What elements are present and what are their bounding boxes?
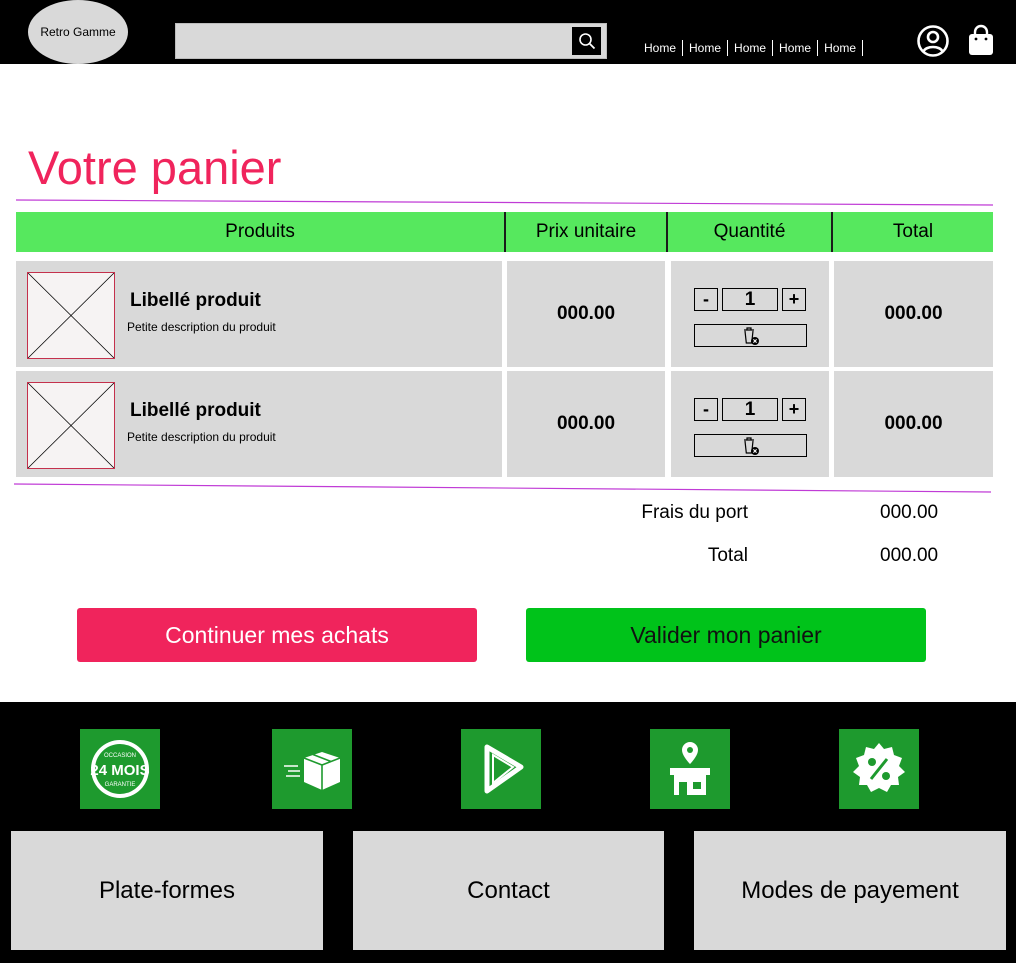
main-nav: Home Home Home Home Home — [638, 39, 864, 57]
logo[interactable]: Retro Gamme — [28, 0, 128, 64]
quantity-cell: - 1 + — [671, 261, 829, 367]
product-description: Petite description du produit — [127, 320, 276, 334]
shipping-value: 000.00 — [880, 502, 939, 523]
nav-item-home-4[interactable]: Home — [773, 40, 819, 56]
cart-button[interactable] — [966, 24, 996, 58]
row-total: 000.00 — [884, 413, 943, 434]
unit-price: 000.00 — [556, 413, 616, 434]
divider-top — [16, 199, 993, 206]
remove-item-button[interactable] — [694, 324, 807, 347]
row-total: 000.00 — [884, 303, 943, 324]
product-cell: Libellé produit Petite description du pr… — [16, 261, 502, 367]
column-header-quantity: Quantité — [668, 212, 833, 252]
logo-text: Retro Gamme — [40, 25, 116, 39]
nav-item-home-5[interactable]: Home — [818, 40, 864, 56]
column-header-unit-price: Prix unitaire — [506, 212, 668, 252]
quantity-field[interactable]: 1 — [722, 288, 778, 311]
quantity-increase-button[interactable]: + — [782, 398, 806, 421]
footer-link-contact[interactable]: Contact — [353, 831, 664, 950]
product-description: Petite description du produit — [127, 430, 276, 444]
unit-price: 000.00 — [556, 303, 616, 324]
quantity-decrease-button[interactable]: - — [694, 288, 718, 311]
total-label: Total — [707, 545, 748, 566]
unit-price-cell: 000.00 — [507, 371, 665, 477]
page-title: Votre panier — [28, 141, 282, 194]
table-row: Libellé produit Petite description du pr… — [16, 371, 993, 477]
product-name[interactable]: Libellé produit — [130, 290, 261, 312]
shipping-label: Frais du port — [641, 502, 748, 523]
product-name[interactable]: Libellé produit — [130, 400, 261, 422]
store-location-icon — [670, 742, 710, 795]
discount-percent-icon — [853, 743, 905, 792]
quantity-increase-button[interactable]: + — [782, 288, 806, 311]
feature-warranty[interactable]: 24 MOIS OCCASION GARANTIE — [80, 729, 160, 809]
product-image-placeholder — [27, 272, 115, 359]
header-bar: Retro Gamme Home Home Home Home Home — [0, 0, 1016, 64]
fast-delivery-box-icon — [284, 752, 341, 790]
feature-delivery[interactable] — [272, 729, 352, 809]
row-total-cell: 000.00 — [834, 371, 993, 477]
cart-table-header: Produits Prix unitaire Quantité Total — [16, 212, 993, 252]
feature-store[interactable] — [650, 729, 730, 809]
table-row: Libellé produit Petite description du pr… — [16, 261, 993, 367]
quantity-decrease-button[interactable]: - — [694, 398, 718, 421]
remove-item-button[interactable] — [694, 434, 807, 457]
unit-price-cell: 000.00 — [507, 261, 665, 367]
nav-item-home-3[interactable]: Home — [728, 40, 774, 56]
user-circle-icon — [917, 25, 949, 57]
row-total-cell: 000.00 — [834, 261, 993, 367]
product-cell: Libellé produit Petite description du pr… — [16, 371, 502, 477]
search-icon — [578, 33, 595, 50]
nav-item-home-2[interactable]: Home — [683, 40, 729, 56]
warranty-badge-top: OCCASION — [104, 753, 136, 759]
footer-link-payment-methods[interactable]: Modes de payement — [694, 831, 1006, 950]
column-header-products: Produits — [16, 212, 506, 252]
divider-bottom — [14, 483, 991, 493]
warranty-badge-bottom: GARANTIE — [105, 782, 136, 788]
warranty-badge-main: 24 MOIS — [90, 762, 149, 779]
footer-link-platforms[interactable]: Plate-formes — [11, 831, 323, 950]
trash-remove-icon — [743, 326, 759, 345]
validate-cart-button[interactable]: Valider mon panier — [526, 608, 926, 662]
quantity-cell: - 1 + — [671, 371, 829, 477]
quantity-field[interactable]: 1 — [722, 398, 778, 421]
column-header-total: Total — [892, 221, 934, 242]
feature-recycle[interactable] — [461, 729, 541, 809]
warranty-24-months-badge-icon: 24 MOIS OCCASION GARANTIE — [90, 740, 150, 798]
nav-item-home-1[interactable]: Home — [638, 40, 684, 56]
search-button[interactable] — [572, 27, 601, 55]
search-input[interactable] — [175, 23, 607, 59]
product-image-placeholder — [27, 382, 115, 469]
footer: 24 MOIS OCCASION GARANTIE Plate-formes C… — [0, 702, 1016, 963]
total-value: 000.00 — [880, 545, 939, 566]
recycle-triangle-icon — [484, 744, 524, 794]
feature-discount[interactable] — [839, 729, 919, 809]
shopping-bag-icon — [969, 24, 993, 55]
continue-shopping-button[interactable]: Continuer mes achats — [77, 608, 477, 662]
account-button[interactable] — [916, 24, 950, 58]
trash-remove-icon — [743, 436, 759, 455]
